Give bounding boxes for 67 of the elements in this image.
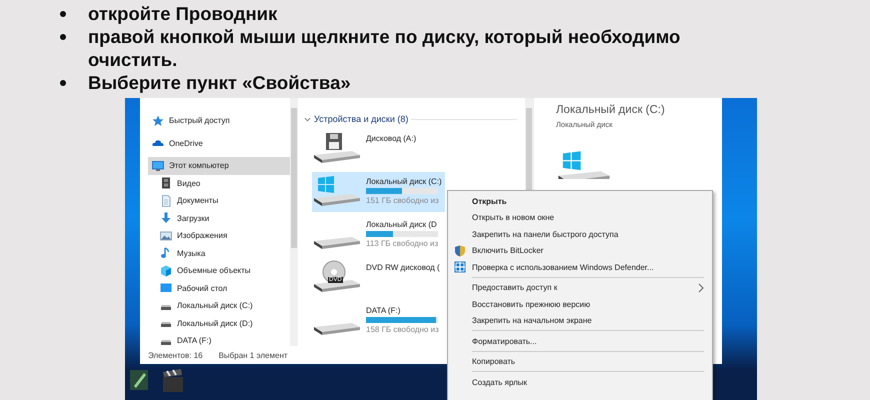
free-space-text: 113 ГБ свободно из [366, 239, 438, 248]
menu-item[interactable]: Восстановить прежнюю версию [448, 296, 712, 312]
monitor-icon [152, 160, 164, 172]
floppy-drive-icon [312, 131, 362, 165]
drive-icon [312, 322, 362, 336]
menu-item[interactable]: Закрепить на начальном экране [448, 312, 712, 329]
menu-item[interactable]: Предоставить доступ к [448, 280, 712, 296]
scrollbar[interactable] [290, 98, 298, 346]
nav-item[interactable]: Видео [148, 174, 290, 192]
music-note-icon [160, 247, 172, 260]
film-icon [160, 177, 172, 190]
menu-item[interactable]: Включить BitLocker [448, 242, 712, 259]
nav-item[interactable]: Локальный диск (C:) [148, 297, 290, 314]
pen-icon[interactable] [129, 368, 151, 392]
nav-item[interactable]: Этот компьютер [148, 157, 290, 174]
menu-item[interactable]: Проверка с использованием Windows Defender... [448, 259, 712, 276]
menu-item[interactable]: Открыть [448, 193, 712, 210]
nav-item[interactable]: Объемные объекты [148, 262, 290, 280]
drive-name: Локальный диск (C:) [366, 177, 442, 186]
tiles-drive-icon [556, 149, 612, 179]
drive-tile[interactable]: Локальный диск (C:) 151 ГБ свободно из [312, 172, 445, 212]
cube-icon [160, 264, 172, 277]
drive-tile[interactable]: Дисковод (A:) [312, 129, 445, 169]
drive-name: Локальный диск (D [366, 220, 438, 229]
menu-item[interactable]: Закрепить на панели быстрого доступа [448, 226, 712, 242]
shield-icon [454, 244, 466, 256]
chevron-down-icon[interactable] [304, 116, 311, 122]
bullet-text: откройте Проводник [88, 2, 278, 25]
nav-item[interactable]: Изображения [148, 227, 290, 244]
bullet-text: Выберите пункт «Свойства» [88, 71, 351, 94]
menu-item[interactable]: Форматировать... [448, 333, 712, 350]
preview-title: Локальный диск (C:) [556, 104, 666, 116]
star-icon [152, 114, 164, 127]
download-arrow-icon [160, 212, 172, 224]
clapperboard-icon[interactable] [161, 368, 185, 394]
menu-item[interactable]: Создать ярлык [448, 374, 712, 390]
menu-item[interactable]: Копировать [448, 354, 712, 370]
bullet-text: правой кнопкой мыши щелкните по диску, который необходимо очистить. [88, 25, 682, 71]
drive-icon [312, 236, 362, 250]
nav-item[interactable]: Документы [148, 192, 290, 210]
free-space-text: 158 ГБ свободно из [366, 325, 439, 334]
disc-drive-icon [312, 260, 362, 294]
nav-item[interactable]: Загрузки [148, 210, 290, 227]
nav-item[interactable]: Локальный диск (D:) [148, 314, 290, 332]
bullet-dot [60, 11, 66, 17]
document-icon [160, 194, 172, 207]
picture-icon [160, 230, 172, 242]
group-title: Устройства и диски (8) [314, 114, 408, 124]
status-text: Элементов: 16 [148, 350, 203, 360]
drive-name: Дисковод (A:) [366, 134, 416, 143]
nav-item[interactable]: Рабочий стол [148, 280, 290, 297]
drive-name: DATA (F:) [366, 306, 402, 315]
bullet-dot [60, 80, 66, 86]
tiles-drive-icon [312, 174, 362, 208]
drive-tile[interactable]: Локальный диск (D 113 ГБ свободно из [312, 215, 445, 255]
status-text: Выбран 1 элемент [218, 350, 288, 360]
desktop-icon [160, 282, 172, 294]
drive-name: DVD RW дисковод ( [366, 263, 440, 272]
nav-item[interactable]: Быстрый доступ [148, 112, 290, 130]
nav-item[interactable]: DATA (F:) [148, 332, 290, 350]
nav-item[interactable]: Музыка [148, 244, 290, 262]
drive-tile[interactable]: DATA (F:) 158 ГБ свободно из [312, 301, 445, 341]
window-grid-icon [454, 261, 466, 273]
bullet-dot [60, 34, 66, 40]
nav-item[interactable]: OneDrive [148, 134, 290, 152]
menu-item[interactable]: Открыть в новом окне [448, 210, 712, 226]
free-space-text: 151 ГБ свободно из [366, 196, 440, 205]
